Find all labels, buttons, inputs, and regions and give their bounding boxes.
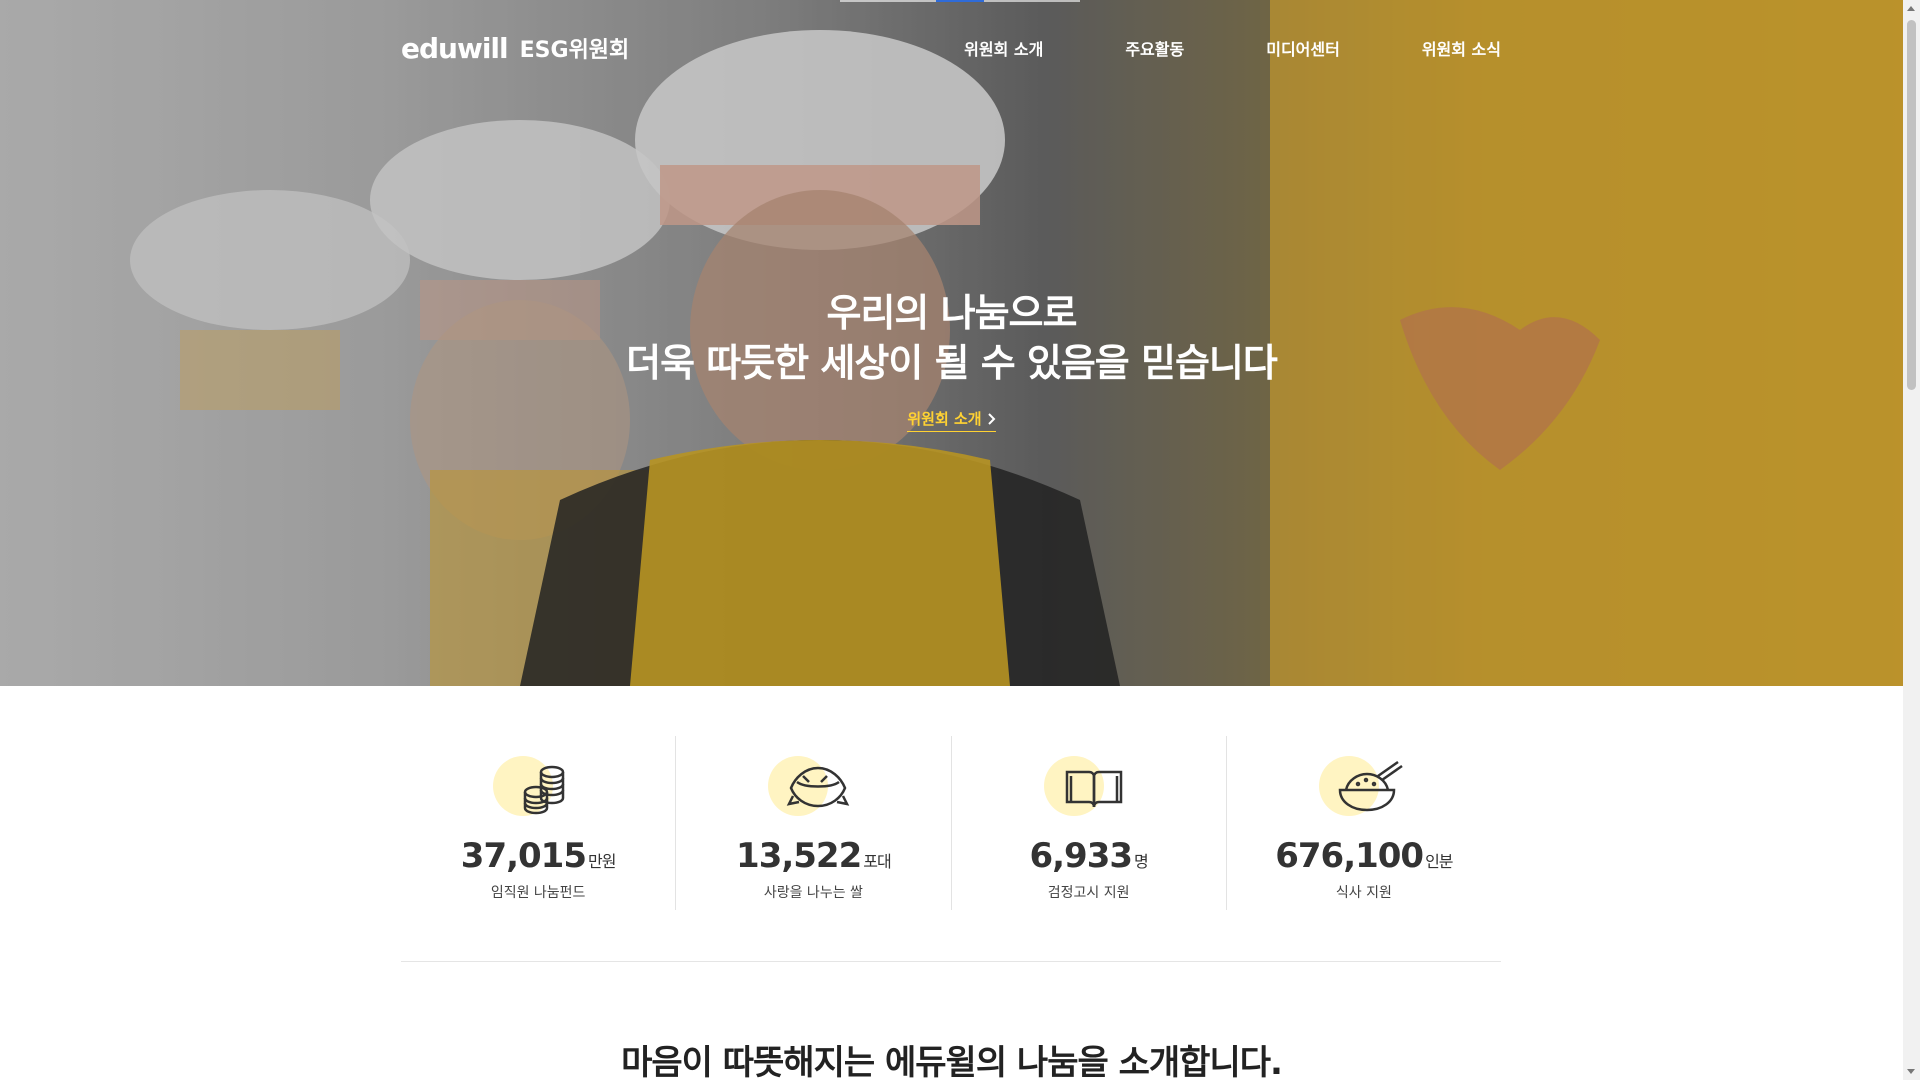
main-menu: 위원회 소개 주요활동 미디어센터 위원회 소식 — [882, 28, 1501, 68]
stat-label: 식사 지원 — [1335, 885, 1392, 901]
hero-copy: 우리의 나눔으로 더욱 따듯한 세상이 될 수 있음을 믿습니다 위원회 소개 — [0, 288, 1903, 432]
stat-item-fund: 37,015 만원 임직원 나눔펀드 — [401, 736, 677, 910]
stat-item-rice: 13,522 포대 사랑을 나누는 쌀 — [676, 736, 952, 910]
committee-intro-link[interactable]: 위원회 소개 — [907, 408, 996, 432]
stat-label: 임직원 나눔펀드 — [490, 885, 586, 901]
chevron-right-icon — [987, 412, 996, 425]
rice-bowl-icon — [1338, 760, 1403, 812]
book-icon — [1065, 770, 1122, 808]
stat-label: 사랑을 나누는 쌀 — [763, 885, 863, 901]
hero-title-line2: 더욱 따듯한 세상이 될 수 있음을 믿습니다 — [626, 341, 1278, 385]
stat-value: 37,015 만원 — [460, 836, 617, 876]
stats-section: 37,015 만원 임직원 나눔펀드 13,522 포대 사랑을 나누는 쌀 6,9… — [401, 736, 1501, 910]
site-logo[interactable]: eduwill ESG위원회 — [401, 28, 629, 68]
hero-title-line1: 우리의 나눔으로 — [826, 291, 1078, 335]
stat-value: 6,933 명 — [1029, 836, 1148, 876]
scrollbar-thumb[interactable] — [1907, 20, 1916, 390]
logo-title: ESG위원회 — [519, 38, 630, 63]
nav-item-activities[interactable]: 주요활동 — [1125, 36, 1184, 60]
stat-label: 검정고시 지원 — [1047, 885, 1130, 901]
stat-value: 676,100 인분 — [1275, 836, 1453, 876]
rice-bag-icon — [787, 766, 850, 808]
coins-icon — [523, 765, 565, 815]
stat-value: 13,522 포대 — [736, 836, 892, 876]
eduwill-logo: eduwill — [401, 31, 509, 65]
section-divider — [401, 961, 1501, 962]
intro-heading: 마음이 따뜻해지는 에듀윌의 나눔을 소개합니다. — [621, 1043, 1283, 1080]
scroll-down-icon[interactable] — [1907, 1069, 1915, 1074]
nav-item-intro[interactable]: 위원회 소개 — [964, 36, 1043, 60]
scroll-up-icon[interactable] — [1907, 6, 1915, 11]
nav-item-media[interactable]: 미디어센터 — [1266, 36, 1340, 60]
slide-indicator-active — [936, 0, 984, 2]
slide-indicator — [840, 0, 1080, 2]
stat-item-meal: 676,100 인분 식사 지원 — [1227, 736, 1501, 910]
hero-section: eduwill ESG위원회 위원회 소개 주요활동 미디어센터 위원회 소식 … — [0, 0, 1903, 686]
committee-intro-link-label: 위원회 소개 — [907, 410, 982, 428]
stat-item-exam: 6,933 명 검정고시 지원 — [952, 736, 1227, 910]
page-scrollbar[interactable] — [1903, 0, 1920, 1080]
nav-item-news[interactable]: 위원회 소식 — [1422, 36, 1501, 60]
global-nav: eduwill ESG위원회 위원회 소개 주요활동 미디어센터 위원회 소식 — [401, 28, 1501, 68]
